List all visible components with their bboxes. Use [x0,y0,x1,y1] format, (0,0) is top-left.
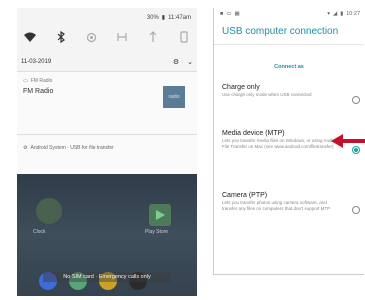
fm-thumbnail: radio [163,86,185,108]
system-notification-text: Android System · USB for file transfer [30,145,114,151]
notification-title: FM Radio [23,88,54,95]
radio-camera-ptp[interactable] [352,206,360,214]
annotation-arrow-shaft [342,139,365,143]
option-charge-only[interactable]: Charge only Use charge only mode when US… [222,84,342,98]
left-phone-screen: 30% ▮ 11:47am 11-03-2019 ⚙ ⌄ ▭ FM Radio … [17,8,197,296]
radio-icon: ▭ [23,78,28,84]
option-camera-ptp[interactable]: Camera (PTP) Lets you transfer photos us… [222,192,342,211]
notification-icon: ■ [220,11,224,17]
settings-gear-icon[interactable]: ⚙ [173,58,179,66]
app-label: Clock [33,229,46,235]
notification-app-name: FM Radio [30,78,53,84]
clock-app-icon[interactable] [36,198,62,224]
battery-icon: ▮ [161,15,166,21]
clock: 11:47am [168,14,191,21]
android-system-icon: ⚙ [23,145,28,151]
clock: 10:27 [346,11,360,17]
date-row: 11-03-2019 ⚙ ⌄ [21,56,193,68]
image-icon: ▦ [234,11,240,17]
usb-system-notification[interactable]: ⚙ Android System · USB for file transfer [17,135,197,174]
quick-settings-row [23,30,191,44]
radio-charge-only[interactable] [352,96,360,104]
rotation-icon[interactable] [146,30,160,44]
option-description: Use charge only mode when USB connected [222,92,312,97]
divider [214,44,364,45]
battery-icon: ▮ [340,11,344,17]
signal-icon: ◢ [332,11,338,17]
wifi-icon: ▾ [327,11,330,17]
option-title: Charge only [222,84,260,91]
app-label: Play Store [145,229,169,235]
status-bar: 30% ▮ 11:47am [146,14,191,22]
option-media-device-mtp[interactable]: Media device (MTP) Lets you transfer med… [222,130,342,149]
hotspot-icon[interactable] [115,30,129,44]
battery-level: 30% [146,14,159,21]
usb-icon: ▭ [226,11,232,17]
wifi-icon[interactable] [23,30,37,44]
option-description: Lets you transfer photos using camera so… [222,200,331,211]
option-title: Media device (MTP) [222,130,285,137]
chevron-down-icon[interactable]: ⌄ [187,58,193,66]
section-header: Connect as [274,64,304,70]
play-store-app-icon[interactable] [149,204,171,226]
flashlight-icon[interactable] [177,30,191,44]
fm-radio-notification[interactable]: ▭ FM Radio FM Radio radio [17,72,197,134]
option-description: Lets you transfer media files on Windows… [222,138,340,149]
cast-icon[interactable] [85,30,99,44]
radio-media-device-mtp[interactable] [352,146,360,154]
option-title: Camera (PTP) [222,192,268,199]
notification-shade: 30% ▮ 11:47am 11-03-2019 ⚙ ⌄ ▭ FM Radio … [17,8,197,174]
bluetooth-icon[interactable] [54,30,68,44]
date-text: 11-03-2019 [21,59,52,65]
status-bar: ■ ▭ ▦ ▾ ◢ ▮ 10:27 [214,8,364,20]
page-title: USB computer connection [222,26,339,37]
toast-message: No SIM card · Emergency calls only [43,272,171,282]
